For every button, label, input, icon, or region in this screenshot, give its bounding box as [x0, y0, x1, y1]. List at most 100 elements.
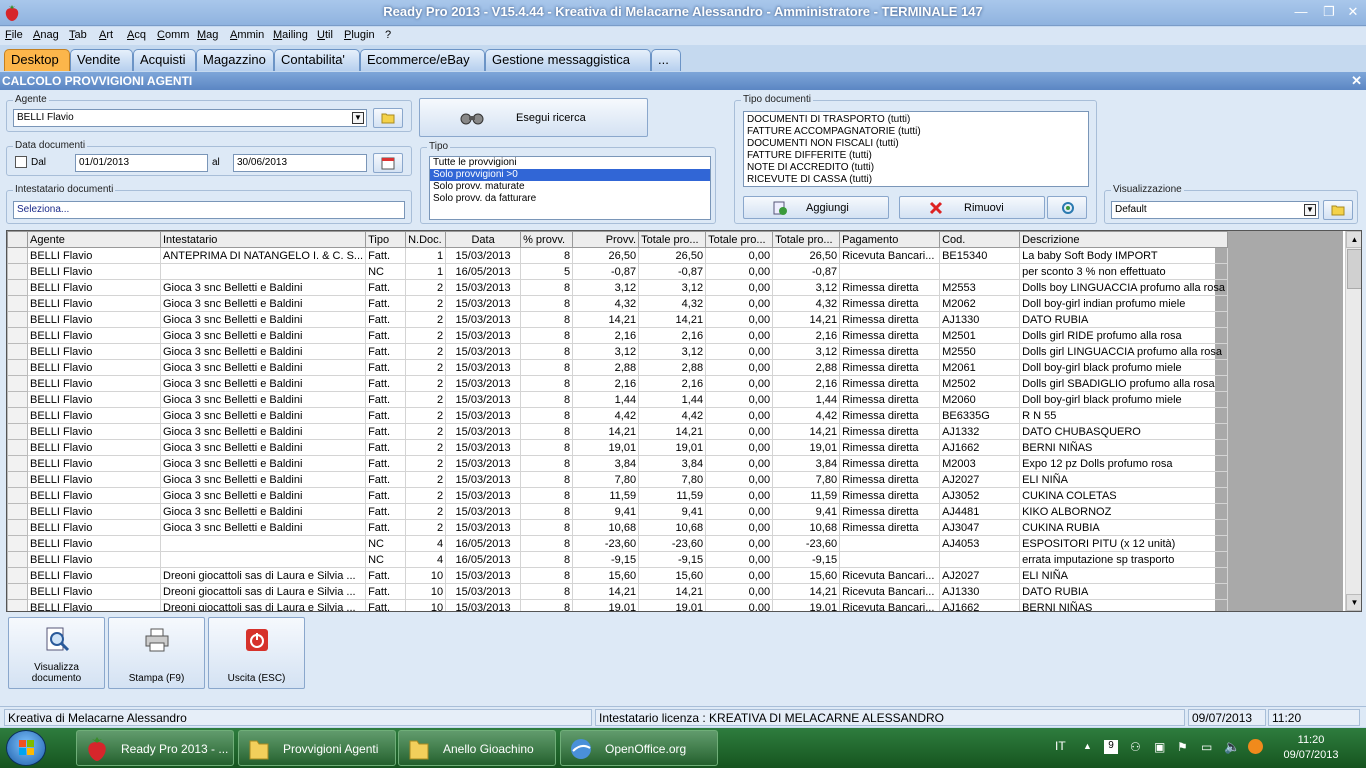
row-selector[interactable]: [7, 279, 28, 296]
table-cell[interactable]: 15/03/2013: [445, 423, 522, 440]
table-row[interactable]: BELLI Flavio Gioca 3 snc Belletti e Baldi…: [7, 295, 1229, 312]
table-cell[interactable]: [839, 263, 941, 280]
table-cell[interactable]: 3,84: [638, 455, 707, 472]
table-cell[interactable]: 7,80: [638, 471, 707, 488]
table-cell[interactable]: BELLI Flavio: [27, 263, 161, 280]
table-cell[interactable]: 14,21: [572, 583, 640, 600]
table-cell[interactable]: Rimessa diretta: [839, 311, 941, 328]
table-cell[interactable]: Doll boy-girl black profumo miele: [1019, 391, 1229, 408]
table-cell[interactable]: AJ4481: [939, 503, 1021, 520]
table-cell[interactable]: 15/03/2013: [445, 439, 522, 456]
table-cell[interactable]: Gioca 3 snc Belletti e Baldini: [159, 407, 367, 424]
table-row[interactable]: BELLI Flavio Gioca 3 snc Belletti e Baldi…: [7, 439, 1229, 456]
table-cell[interactable]: Fatt.: [365, 327, 407, 344]
table-cell[interactable]: BELLI Flavio: [27, 487, 161, 504]
table-cell[interactable]: 4,32: [572, 295, 640, 312]
network-icon[interactable]: ⚇: [1130, 740, 1141, 754]
grid-header-cell[interactable]: Cod.: [939, 231, 1021, 248]
table-cell[interactable]: [939, 551, 1021, 568]
table-cell[interactable]: BELLI Flavio: [27, 375, 161, 392]
grid-header-cell[interactable]: Descrizione: [1019, 231, 1229, 248]
table-cell[interactable]: 15/03/2013: [445, 343, 522, 360]
table-cell[interactable]: 14,21: [638, 423, 707, 440]
table-cell[interactable]: BERNI NIÑAS: [1019, 439, 1229, 456]
table-cell[interactable]: 2: [405, 407, 447, 424]
table-cell[interactable]: 2,88: [572, 359, 640, 376]
flag-icon[interactable]: ⚑: [1177, 740, 1188, 754]
table-cell[interactable]: 3,12: [638, 343, 707, 360]
table-cell[interactable]: per sconto 3 % non effettuato: [1019, 263, 1229, 280]
table-cell[interactable]: 8: [520, 535, 574, 552]
chevron-down-icon[interactable]: ▼: [352, 112, 364, 124]
table-cell[interactable]: Dreoni giocattoli sas di Laura e Silvia …: [159, 599, 367, 611]
table-cell[interactable]: 15/03/2013: [445, 295, 522, 312]
table-cell[interactable]: -9,15: [638, 551, 707, 568]
menu-file[interactable]: File: [5, 29, 23, 41]
table-cell[interactable]: Fatt.: [365, 503, 407, 520]
table-cell[interactable]: 0,00: [705, 247, 774, 264]
table-cell[interactable]: 1,44: [772, 391, 841, 408]
table-cell[interactable]: 3,12: [572, 279, 640, 296]
table-cell[interactable]: Dolls girl RIDE profumo alla rosa: [1019, 327, 1229, 344]
table-cell[interactable]: 0,00: [705, 295, 774, 312]
table-cell[interactable]: NC: [365, 551, 407, 568]
row-selector[interactable]: [7, 407, 28, 424]
table-cell[interactable]: 19,01: [772, 439, 841, 456]
table-cell[interactable]: 0,00: [705, 487, 774, 504]
grid-header-cell[interactable]: Pagamento: [839, 231, 941, 248]
table-cell[interactable]: 2,88: [638, 359, 707, 376]
table-cell[interactable]: -9,15: [772, 551, 841, 568]
table-cell[interactable]: 0,00: [705, 551, 774, 568]
table-cell[interactable]: 0,00: [705, 583, 774, 600]
tipo-option[interactable]: Solo provv. da fatturare: [430, 193, 710, 205]
table-cell[interactable]: R N 55: [1019, 407, 1229, 424]
table-cell[interactable]: Gioca 3 snc Belletti e Baldini: [159, 375, 367, 392]
chevron-down-icon[interactable]: ▼: [1304, 204, 1316, 216]
table-cell[interactable]: AJ2027: [939, 567, 1021, 584]
table-cell[interactable]: Gioca 3 snc Belletti e Baldini: [159, 311, 367, 328]
table-cell[interactable]: M2061: [939, 359, 1021, 376]
agente-browse-button[interactable]: [373, 108, 403, 128]
clock-date[interactable]: 09/07/2013: [1280, 749, 1342, 761]
table-cell[interactable]: 11,59: [772, 487, 841, 504]
table-row[interactable]: BELLI Flavio Gioca 3 snc Belletti e Baldi…: [7, 487, 1229, 504]
tray-app-icon[interactable]: 9: [1104, 740, 1118, 754]
table-cell[interactable]: 19,01: [572, 599, 640, 611]
table-cell[interactable]: 19,01: [638, 599, 707, 611]
table-cell[interactable]: 15,60: [638, 567, 707, 584]
monitor-icon[interactable]: ▭: [1201, 740, 1212, 754]
table-cell[interactable]: 3,84: [772, 455, 841, 472]
menu-ammin[interactable]: Ammin: [230, 29, 264, 41]
table-cell[interactable]: Expo 12 pz Dolls profumo rosa: [1019, 455, 1229, 472]
table-cell[interactable]: 14,21: [772, 423, 841, 440]
table-cell[interactable]: AJ3052: [939, 487, 1021, 504]
table-cell[interactable]: -0,87: [572, 263, 640, 280]
table-cell[interactable]: Fatt.: [365, 439, 407, 456]
uscita-button[interactable]: Uscita (ESC): [208, 617, 305, 689]
table-cell[interactable]: 0,00: [705, 599, 774, 611]
table-cell[interactable]: Dolls girl LINGUACCIA profumo alla rosa: [1019, 343, 1229, 360]
table-cell[interactable]: 2: [405, 455, 447, 472]
grid-header-cell[interactable]: Intestatario: [159, 231, 367, 248]
row-selector[interactable]: [7, 503, 28, 520]
grid-header-cell[interactable]: Totale pro...: [638, 231, 707, 248]
table-cell[interactable]: 15/03/2013: [445, 327, 522, 344]
tipo-listbox[interactable]: Tutte le provvigioni Solo provvigioni >0…: [429, 156, 711, 220]
language-indicator[interactable]: IT: [1055, 739, 1066, 753]
table-cell[interactable]: M2502: [939, 375, 1021, 392]
table-cell[interactable]: [839, 551, 941, 568]
taskbar-item-provvigioni[interactable]: Provvigioni Agenti: [238, 730, 396, 766]
table-cell[interactable]: 3,12: [572, 343, 640, 360]
table-cell[interactable]: BELLI Flavio: [27, 519, 161, 536]
table-cell[interactable]: 15/03/2013: [445, 519, 522, 536]
table-cell[interactable]: 10,68: [772, 519, 841, 536]
table-cell[interactable]: Fatt.: [365, 455, 407, 472]
table-cell[interactable]: BELLI Flavio: [27, 455, 161, 472]
table-cell[interactable]: Fatt.: [365, 599, 407, 611]
tipo-option[interactable]: Solo provv. maturate: [430, 181, 710, 193]
table-cell[interactable]: 0,00: [705, 343, 774, 360]
dal-date-field[interactable]: 01/01/2013: [75, 154, 208, 172]
table-cell[interactable]: Rimessa diretta: [839, 279, 941, 296]
table-cell[interactable]: 14,21: [572, 311, 640, 328]
table-row[interactable]: BELLI Flavio Gioca 3 snc Belletti e Baldi…: [7, 343, 1229, 360]
